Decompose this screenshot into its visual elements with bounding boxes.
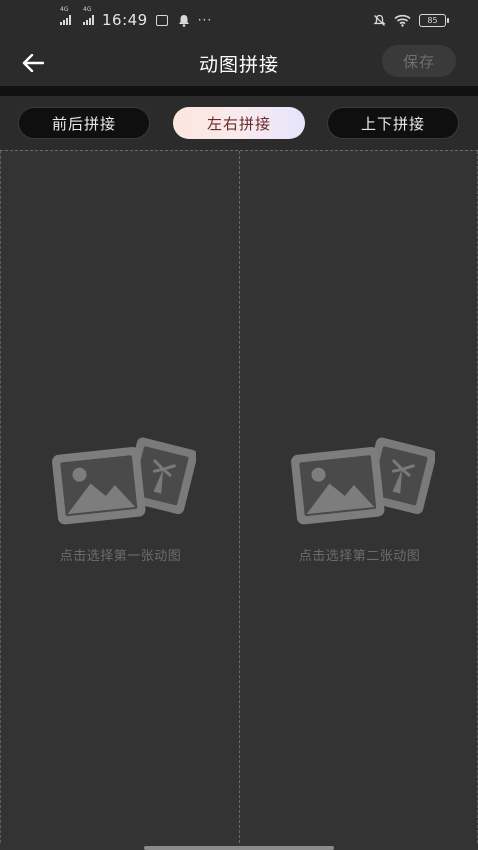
battery-icon: 85	[419, 13, 449, 27]
battery-level: 85	[427, 15, 438, 25]
home-indicator	[144, 846, 334, 850]
pick-first-gif-label: 点击选择第一张动图	[59, 549, 182, 564]
header-divider	[0, 86, 478, 96]
clock: 16:49	[102, 11, 148, 29]
tab-top-bottom[interactable]: 上下拼接	[327, 107, 459, 139]
image-gallery-icon	[291, 437, 435, 525]
status-bar: 4G 4G 16:49 ··· 85	[0, 0, 478, 40]
stitch-canvas: 点击选择第一张动图 点击选择第二张动图	[0, 150, 478, 850]
image-gallery-icon	[52, 437, 196, 525]
wifi-icon	[394, 14, 411, 27]
notification-bell-icon	[178, 14, 189, 27]
save-button[interactable]: 保存	[382, 45, 456, 77]
network-type-1: 4G	[60, 6, 69, 13]
mode-tabs: 前后拼接 左右拼接 上下拼接	[0, 96, 478, 150]
signal-bars-icon	[60, 15, 71, 25]
app-bar: 动图拼接 保存	[0, 40, 478, 86]
signal-2: 4G	[83, 7, 94, 25]
signal-1: 4G	[60, 7, 71, 25]
tab-left-right[interactable]: 左右拼接	[173, 107, 305, 139]
status-left: 4G 4G 16:49 ···	[60, 7, 213, 29]
pick-second-gif-label: 点击选择第二张动图	[298, 549, 421, 564]
tab-front-back[interactable]: 前后拼接	[18, 107, 150, 139]
mute-icon	[373, 14, 386, 26]
network-type-2: 4G	[83, 6, 92, 13]
signal-bars-icon	[83, 15, 94, 25]
pick-first-gif-panel[interactable]: 点击选择第一张动图	[0, 151, 239, 843]
notification-app-icon	[155, 14, 168, 26]
status-right: 85	[373, 13, 449, 27]
pick-second-gif-panel[interactable]: 点击选择第二张动图	[239, 151, 478, 843]
more-notifications-icon: ···	[197, 13, 213, 27]
